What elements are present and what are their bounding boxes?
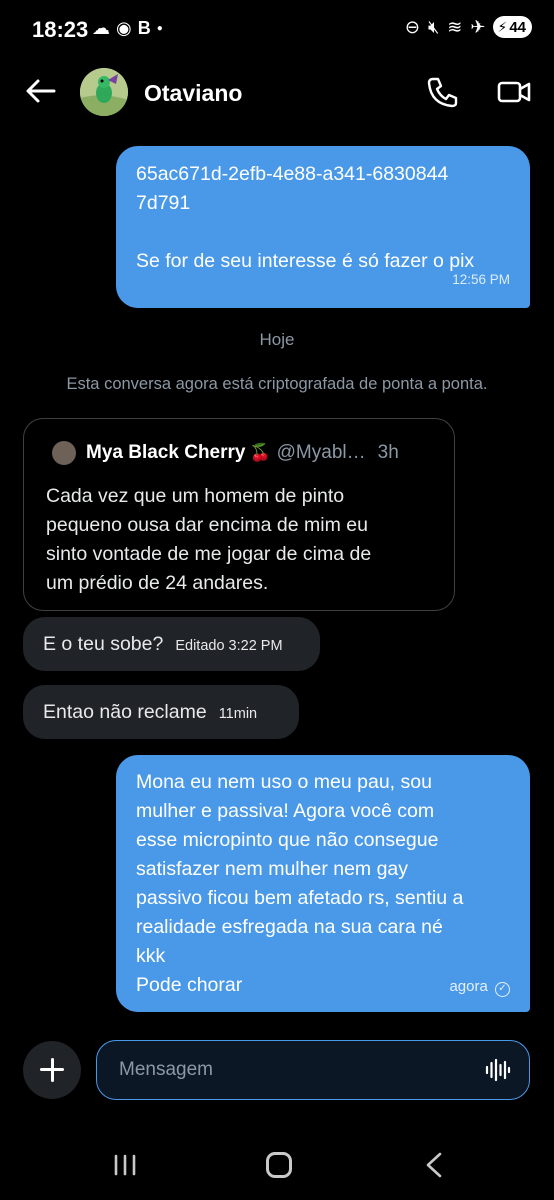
video-call-icon[interactable] bbox=[496, 76, 532, 108]
message-line: passivo ficou bem afetado rs, sentiu a bbox=[136, 887, 464, 909]
status-bar: 18:23 ☁ ◉ B ● ⊖ 🔇︎ ≋ ✈ ⚡ 44 bbox=[0, 0, 554, 60]
airplane-icon: ✈ bbox=[470, 16, 486, 37]
system-navigation-bar bbox=[0, 1130, 554, 1200]
post-author-name: Mya Black Cherry bbox=[86, 442, 246, 463]
incoming-message[interactable]: E o teu sobe? Editado 3:22 PM bbox=[23, 617, 320, 671]
status-time: 18:23 bbox=[32, 17, 89, 42]
message-line: Pode chorar bbox=[136, 974, 243, 996]
read-check-icon: ✓ bbox=[495, 982, 510, 997]
message-line: kkk bbox=[136, 945, 166, 967]
phone-call-icon[interactable] bbox=[426, 75, 460, 109]
encryption-notice: Esta conversa agora está criptografada d… bbox=[66, 375, 488, 393]
cherry-icon: 🍒 bbox=[249, 443, 271, 462]
message-timestamp: 11min bbox=[218, 706, 258, 722]
conversation-header: Otaviano bbox=[0, 60, 554, 124]
back-arrow-icon[interactable] bbox=[24, 74, 58, 108]
more-dot-icon: ● bbox=[156, 23, 163, 34]
b-app-icon: B bbox=[137, 18, 151, 38]
message-line: mulher e passiva! Agora você com bbox=[136, 800, 435, 822]
message-line: satisfazer nem mulher nem gay bbox=[136, 858, 409, 880]
message-input[interactable] bbox=[119, 1041, 459, 1099]
nav-back-icon[interactable] bbox=[422, 1152, 446, 1178]
post-author-avatar bbox=[52, 441, 76, 465]
battery-level: 44 bbox=[509, 18, 526, 36]
add-attachment-button[interactable] bbox=[23, 1041, 81, 1099]
date-separator: Hoje bbox=[259, 330, 295, 349]
contact-avatar[interactable] bbox=[80, 68, 128, 116]
outgoing-message[interactable]: 65ac671d-2efb-4e88-a341-6830844 7d791 Se… bbox=[116, 146, 530, 308]
post-text: Cada vez que um homem de pinto pequeno o… bbox=[46, 485, 372, 594]
app-notification-icon: ◉ bbox=[116, 18, 132, 38]
wifi-icon: ≋ bbox=[447, 16, 463, 37]
cloud-icon: ☁ bbox=[92, 18, 110, 38]
message-composer bbox=[96, 1040, 530, 1100]
message-text: Entao não reclame bbox=[43, 701, 207, 723]
shared-post-card[interactable]: Mya Black Cherry 🍒 @Myabl… 3h Cada vez q… bbox=[23, 418, 455, 611]
incoming-message[interactable]: Entao não reclame 11min bbox=[23, 685, 299, 739]
voice-message-icon[interactable] bbox=[485, 1058, 511, 1082]
battery-indicator: ⚡ 44 bbox=[493, 16, 532, 38]
recent-apps-icon[interactable] bbox=[112, 1154, 138, 1176]
message-edited-meta: Editado 3:22 PM bbox=[175, 638, 283, 654]
message-line: realidade esfregada na sua cara né bbox=[136, 916, 443, 938]
post-author-handle: @Myabl… bbox=[276, 442, 366, 463]
charging-icon: ⚡ bbox=[497, 18, 508, 35]
do-not-disturb-icon: ⊖ bbox=[404, 16, 420, 37]
post-time: 3h bbox=[377, 442, 399, 463]
message-text: E o teu sobe? bbox=[43, 633, 164, 655]
home-icon[interactable] bbox=[266, 1152, 292, 1178]
outgoing-message[interactable]: Mona eu nem uso o meu pau, sou mulher e … bbox=[116, 755, 530, 1012]
contact-name[interactable]: Otaviano bbox=[144, 80, 242, 107]
message-line: esse micropinto que não consegue bbox=[136, 829, 439, 851]
message-timestamp: agora bbox=[449, 978, 488, 995]
message-line: 65ac671d-2efb-4e88-a341-6830844 bbox=[136, 163, 449, 185]
message-line: 7d791 bbox=[136, 192, 191, 214]
message-line: Mona eu nem uso o meu pau, sou bbox=[136, 771, 432, 793]
mute-icon: 🔇︎ bbox=[427, 16, 440, 37]
